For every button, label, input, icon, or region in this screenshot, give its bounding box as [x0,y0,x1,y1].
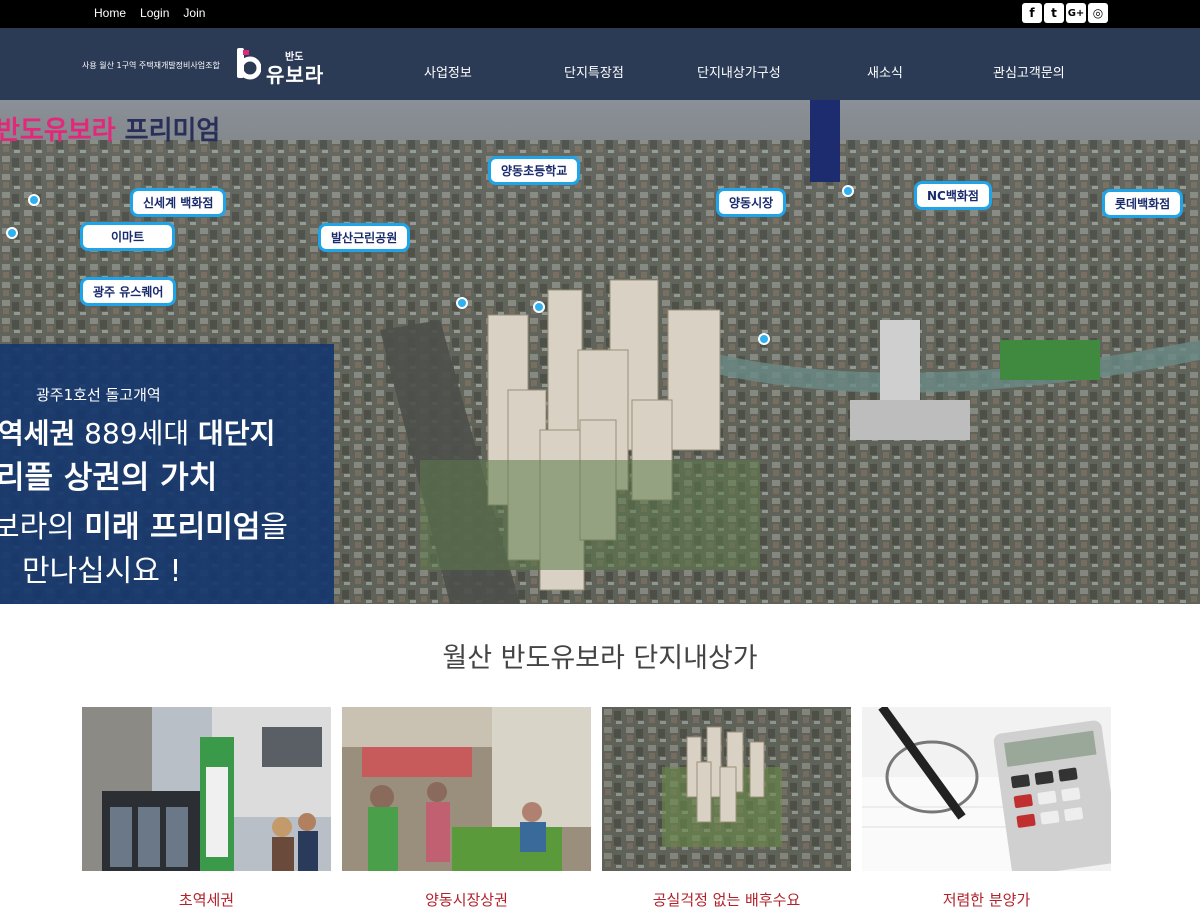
join-link[interactable]: Join [183,6,205,20]
section-title: 월산 반도유보라 단지내상가 [442,643,758,674]
location-dot [533,301,545,313]
promo-line-3: 리플 상권의 가치 [0,460,218,496]
promo-line-1: 광주1호선 돌고개역 [36,386,161,404]
location-dot [6,227,18,239]
market-image [342,707,591,871]
twitter-icon[interactable]: t [1044,3,1064,23]
login-link[interactable]: Login [140,6,169,20]
nav-news[interactable]: 새소식 [867,62,903,81]
nav-business-info[interactable]: 사업정보 [424,62,472,81]
site-header: 사용 월산 1구역 주택재개발정비사업조합 반도 유보라 사업정보 단지특장점 … [0,28,1200,100]
promo-line-5: 만나십시요 ! [22,554,182,589]
map-pin-lotte: 롯데백화점 [1102,189,1184,218]
top-links: Home Login Join [94,6,205,20]
map-pin-usquare: 광주 유스퀘어 [80,277,177,306]
feature-card-price[interactable]: 저렴한 분양가 [862,704,1120,910]
feature-card-market[interactable]: 양동시장상권 [342,707,591,910]
site-logo[interactable]: 반도 유보라 [237,48,337,87]
location-dot [456,297,468,309]
location-dot [758,333,770,345]
hero-headline: 반도유보라 프리미엄 [0,110,220,147]
home-link[interactable]: Home [94,6,126,20]
hero-title-premium: 프리미엄 [124,116,221,146]
map-pin-school: 양동초등학교 [488,156,581,185]
calculator-image [862,704,1120,877]
nav-store-composition[interactable]: 단지내상가구성 [697,62,781,81]
promo-line-4: 보라의 미래 프리미엄을 [0,510,288,545]
promo-line-2: 역세권 889세대 대단지 [0,417,276,450]
logo-mark-icon [237,48,261,80]
station-area-image [82,707,331,871]
logo-main-text: 유보라 [266,63,325,87]
map-pin-park: 발산근린공원 [318,223,411,252]
feature-card-station[interactable]: 초역세권 [82,707,331,910]
googleplus-icon[interactable]: G+ [1066,3,1086,23]
map-pin-market: 양동시장 [716,188,787,217]
top-bar: Home Login Join f t G+ ◎ [0,0,1200,28]
promo-panel: 광주1호선 돌고개역 역세권 889세대 대단지 리플 상권의 가치 보라의 미… [0,344,334,604]
facebook-icon[interactable]: f [1022,3,1042,23]
nav-customer-inquiry[interactable]: 관심고객문의 [993,62,1065,81]
nav-complex-features[interactable]: 단지특장점 [564,62,624,81]
map-pin-shinsegae: 신세계 백화점 [130,188,227,217]
hero-banner: 반도유보라 프리미엄 신세계 백화점 이마트 광주 유스퀘어 발산근린공원 양동… [0,100,1200,604]
header-tagline: 사용 월산 1구역 주택재개발정비사업조합 [82,61,220,70]
complex-aerial-image [602,707,851,871]
map-pin-nc: NC백화점 [914,181,992,210]
location-dot [842,185,854,197]
social-links: f t G+ ◎ [1022,3,1108,23]
location-dot [28,194,40,206]
map-pin-emart: 이마트 [80,222,176,251]
hero-title-brand: 반도유보라 [0,116,116,146]
instagram-icon[interactable]: ◎ [1088,3,1108,23]
feature-card-demand[interactable]: 공실걱정 없는 배후수요 [602,707,851,910]
